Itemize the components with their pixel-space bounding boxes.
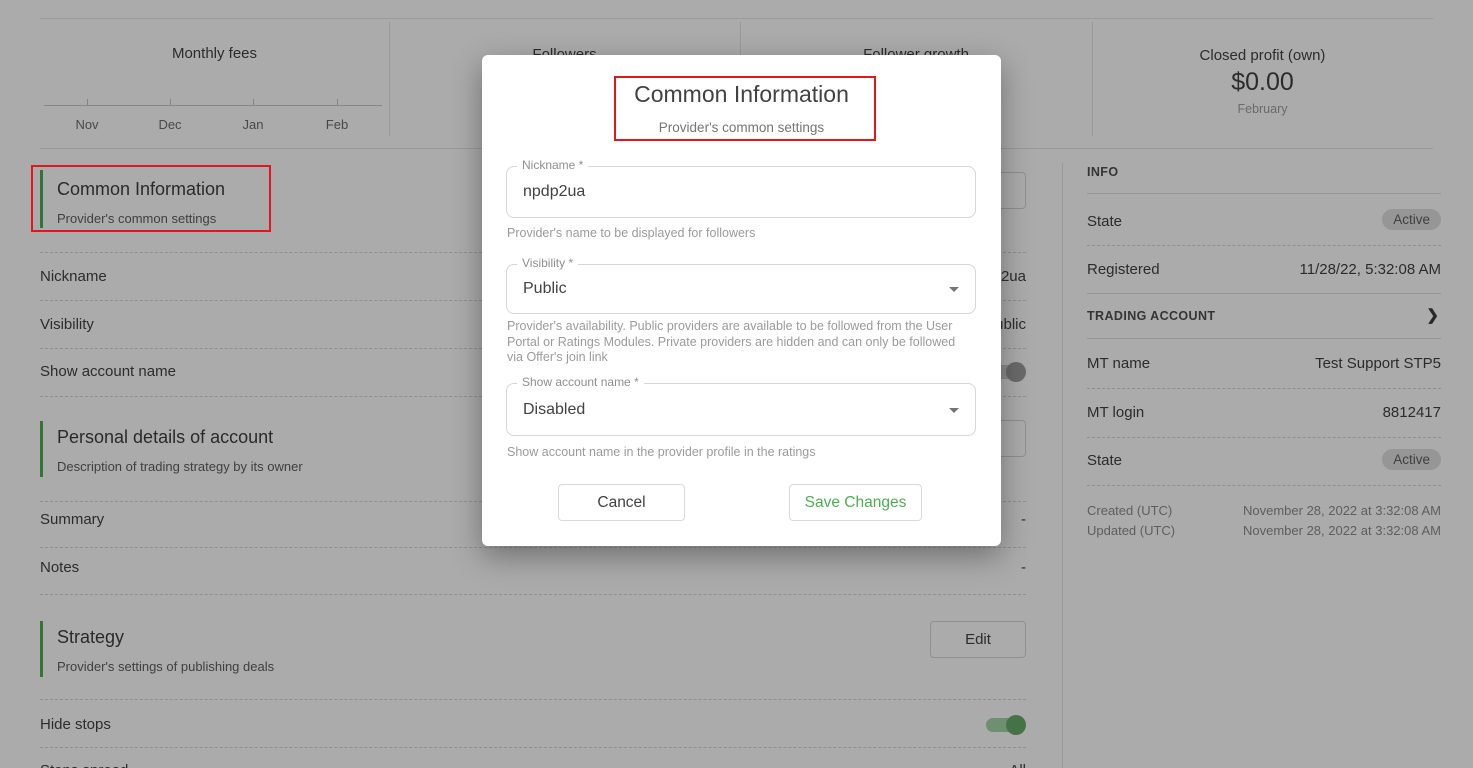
cancel-button[interactable]: Cancel [558, 484, 685, 521]
nickname-field-label: Nickname * [517, 158, 588, 172]
visibility-select-value: Public [523, 280, 567, 298]
nickname-helper-text: Provider's name to be displayed for foll… [507, 226, 959, 242]
show-account-name-helper-text: Show account name in the provider profil… [507, 445, 959, 461]
show-account-name-select[interactable]: Show account name * Disabled [506, 383, 976, 436]
provider-settings-page: Monthly fees Nov Dec Jan Feb Followers F… [0, 0, 1473, 768]
visibility-select-label: Visibility * [517, 256, 578, 270]
visibility-select[interactable]: Visibility * Public [506, 264, 976, 314]
nickname-field[interactable]: Nickname * npdp2ua [506, 166, 976, 218]
show-account-name-select-label: Show account name * [517, 375, 644, 389]
visibility-helper-text: Provider's availability. Public provider… [507, 319, 959, 366]
annotation-box-common-info-section [31, 165, 271, 232]
dialog-title: Common Information [482, 81, 1001, 108]
common-information-dialog: Common Information Provider's common set… [482, 55, 1001, 546]
nickname-field-value[interactable]: npdp2ua [523, 183, 585, 201]
dialog-subtitle: Provider's common settings [482, 120, 1001, 135]
dropdown-caret-icon[interactable] [949, 408, 959, 413]
dropdown-caret-icon[interactable] [949, 287, 959, 292]
show-account-name-select-value: Disabled [523, 401, 585, 419]
save-changes-button[interactable]: Save Changes [789, 484, 922, 521]
